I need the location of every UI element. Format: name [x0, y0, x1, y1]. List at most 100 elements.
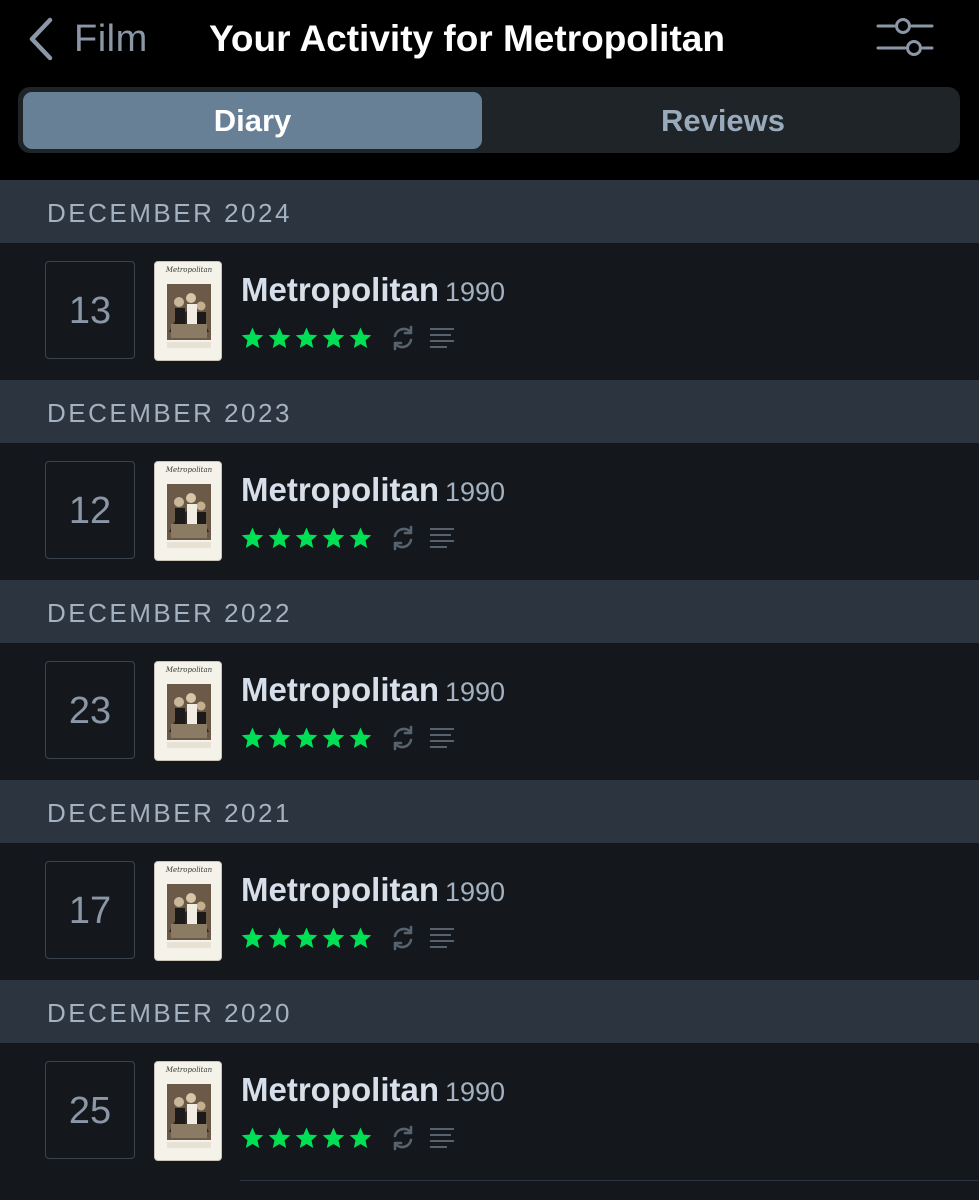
- film-year: 1990: [444, 1077, 506, 1107]
- film-poster[interactable]: Metropolitan: [154, 1061, 222, 1161]
- navigation-bar: Film Your Activity for Metropolitan Diar…: [0, 0, 979, 180]
- month-header: DECEMBER 2021: [0, 780, 979, 843]
- star-icon: [241, 327, 264, 348]
- star-icon: [322, 327, 345, 348]
- month-label: DECEMBER 2021: [47, 798, 292, 828]
- film-name: Metropolitan: [241, 871, 439, 908]
- poster-art: Metropolitan: [155, 262, 221, 360]
- star-icon: [295, 1127, 318, 1148]
- star-rating: [240, 326, 373, 351]
- star-icon: [268, 927, 291, 948]
- chevron-left-icon: [29, 17, 53, 61]
- star-icon: [322, 1127, 345, 1148]
- film-name: Metropolitan: [241, 271, 439, 308]
- film-year: 1990: [444, 677, 506, 707]
- film-poster[interactable]: Metropolitan: [154, 661, 222, 761]
- svg-text:Metropolitan: Metropolitan: [165, 1066, 213, 1074]
- star-icon: [268, 527, 291, 548]
- svg-text:Metropolitan: Metropolitan: [165, 266, 213, 274]
- star-icon: [322, 727, 345, 748]
- star-icon: [268, 1127, 291, 1148]
- day-number: 23: [45, 661, 135, 759]
- star-icon: [241, 727, 264, 748]
- rewatch-icon: [393, 525, 413, 551]
- star-icon: [349, 327, 372, 348]
- film-year: 1990: [444, 277, 506, 307]
- rewatch-icon: [393, 325, 413, 351]
- review-text-icon: [430, 1128, 454, 1148]
- star-icon: [349, 727, 372, 748]
- star-icon: [295, 527, 318, 548]
- rewatch-icon: [393, 925, 413, 951]
- film-name: Metropolitan: [241, 471, 439, 508]
- day-number: 13: [45, 261, 135, 359]
- poster-art: Metropolitan: [155, 862, 221, 960]
- month-label: DECEMBER 2023: [47, 398, 292, 428]
- entry-meta: [240, 1123, 455, 1153]
- film-poster[interactable]: Metropolitan: [154, 861, 222, 961]
- star-rating: [240, 526, 373, 551]
- month-header: DECEMBER 2020: [0, 980, 979, 1043]
- month-header: DECEMBER 2022: [0, 580, 979, 643]
- star-icon: [268, 327, 291, 348]
- film-title[interactable]: Metropolitan 1990: [241, 1071, 505, 1109]
- rewatch-icon: [393, 1125, 413, 1151]
- star-icon: [349, 927, 372, 948]
- film-title[interactable]: Metropolitan 1990: [241, 871, 505, 909]
- diary-list: DECEMBER 2024 13 Metropolitan Metropolit…: [0, 180, 979, 1180]
- star-icon: [295, 727, 318, 748]
- month-label: DECEMBER 2022: [47, 598, 292, 628]
- entry-meta: [240, 323, 455, 353]
- entry-meta: [240, 523, 455, 553]
- star-icon: [349, 527, 372, 548]
- review-text-icon: [430, 328, 454, 348]
- film-year: 1990: [444, 877, 506, 907]
- tab-diary[interactable]: Diary: [23, 92, 482, 149]
- day-number: 25: [45, 1061, 135, 1159]
- back-label: Film: [74, 17, 148, 60]
- star-icon: [322, 927, 345, 948]
- poster-art: Metropolitan: [155, 662, 221, 760]
- film-poster[interactable]: Metropolitan: [154, 261, 222, 361]
- poster-art: Metropolitan: [155, 1062, 221, 1160]
- film-title[interactable]: Metropolitan 1990: [241, 471, 505, 509]
- segmented-control: Diary Reviews: [18, 87, 960, 153]
- star-icon: [322, 527, 345, 548]
- page-title: Your Activity for Metropolitan: [209, 18, 725, 59]
- star-icon: [349, 1127, 372, 1148]
- review-text-icon: [430, 728, 454, 748]
- diary-entry[interactable]: 25 Metropolitan Metropolitan 1990: [0, 1043, 979, 1180]
- film-name: Metropolitan: [241, 1071, 439, 1108]
- star-icon: [241, 527, 264, 548]
- film-title[interactable]: Metropolitan 1990: [241, 671, 505, 709]
- diary-entry[interactable]: 23 Metropolitan Metropolitan 1990: [0, 643, 979, 780]
- divider: [240, 1180, 979, 1181]
- month-header: DECEMBER 2023: [0, 380, 979, 443]
- star-rating: [240, 1126, 373, 1151]
- star-rating: [240, 726, 373, 751]
- diary-entry[interactable]: 12 Metropolitan Metropolitan 1990: [0, 443, 979, 580]
- review-text-icon: [430, 528, 454, 548]
- film-name: Metropolitan: [241, 671, 439, 708]
- day-number: 17: [45, 861, 135, 959]
- star-icon: [268, 727, 291, 748]
- sliders-icon: [876, 18, 934, 56]
- svg-text:Metropolitan: Metropolitan: [165, 666, 213, 674]
- month-label: DECEMBER 2020: [47, 998, 292, 1028]
- star-icon: [241, 1127, 264, 1148]
- entry-meta: [240, 723, 455, 753]
- filter-button[interactable]: [872, 14, 938, 62]
- diary-entry[interactable]: 13 Metropolitan Metropolitan 1990: [0, 243, 979, 380]
- star-icon: [295, 327, 318, 348]
- back-button[interactable]: Film: [26, 14, 148, 64]
- month-header: DECEMBER 2024: [0, 180, 979, 243]
- film-title[interactable]: Metropolitan 1990: [241, 271, 505, 309]
- month-label: DECEMBER 2024: [47, 198, 292, 228]
- day-number: 12: [45, 461, 135, 559]
- star-icon: [241, 927, 264, 948]
- svg-text:Metropolitan: Metropolitan: [165, 466, 213, 474]
- film-poster[interactable]: Metropolitan: [154, 461, 222, 561]
- tab-reviews[interactable]: Reviews: [488, 92, 958, 149]
- diary-entry[interactable]: 17 Metropolitan Metropolitan 1990: [0, 843, 979, 980]
- poster-art: Metropolitan: [155, 462, 221, 560]
